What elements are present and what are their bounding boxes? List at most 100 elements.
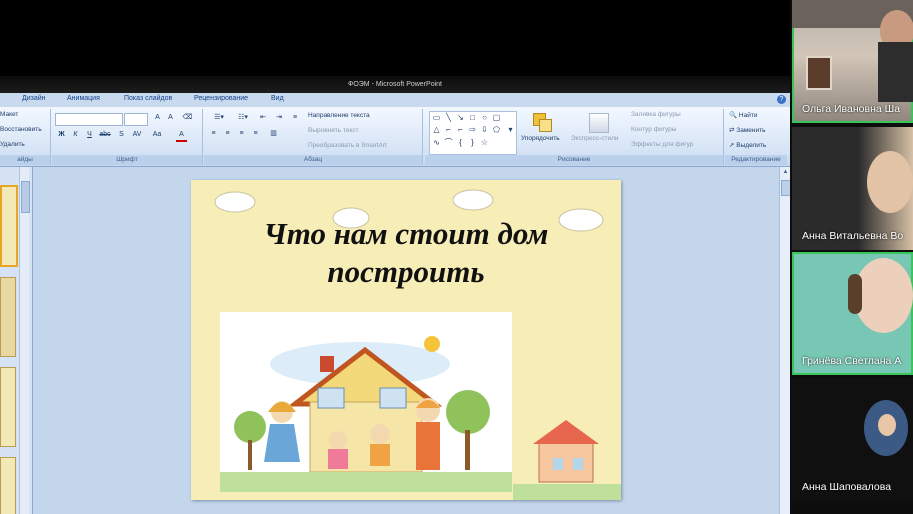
participant-tile[interactable]: Анна Витальевна Во (792, 127, 913, 250)
participant-tile[interactable]: Ольга Ивановна Ша (792, 0, 913, 123)
arrange-button[interactable]: Упорядочить (521, 135, 560, 142)
slide-thumbnail[interactable] (0, 185, 18, 267)
slide-thumbnail[interactable] (0, 277, 16, 357)
align-right-icon[interactable]: ≡ (236, 129, 247, 139)
paragraph-group-label: Абзац (204, 155, 422, 165)
ribbon-tabs: Дизайн Анимация Показ слайдов Рецензиров… (0, 93, 790, 107)
select-button[interactable]: ➚ Выделить (729, 141, 766, 149)
shape-right-arrow-icon[interactable]: ⇨ (468, 126, 477, 134)
slide[interactable]: Что нам стоит дом построить (191, 180, 621, 500)
slide-title[interactable]: Что нам стоит дом построить (191, 215, 621, 291)
text-direction-button[interactable]: Направление текста (308, 112, 370, 119)
shape-arc-icon[interactable]: ⌒ (444, 139, 453, 147)
scroll-thumb[interactable] (781, 180, 790, 196)
shape-star-icon[interactable]: ☆ (480, 139, 489, 147)
binoculars-icon: 🔍 (729, 112, 738, 119)
columns-icon[interactable]: ▥ (268, 129, 279, 139)
font-group-label: Шрифт (52, 155, 202, 165)
convert-smartart-button[interactable]: Преобразовать в SmartArt (308, 142, 387, 149)
select-label: Выделить (736, 142, 767, 149)
grow-font-icon[interactable]: A (152, 113, 163, 123)
participant-name: Гринёва Светлана А (802, 355, 902, 367)
line-spacing-icon[interactable]: ≡ (288, 113, 302, 123)
quick-styles-button[interactable]: Экспресс-стили (571, 135, 619, 142)
shape-oval-icon[interactable]: ○ (480, 114, 489, 122)
scroll-thumb[interactable] (21, 181, 30, 213)
bold-button[interactable]: Ж (56, 130, 67, 140)
shape-line-icon[interactable]: ╲ (444, 114, 453, 122)
tab-animation[interactable]: Анимация (67, 95, 100, 102)
thumbnails-scrollbar[interactable] (19, 167, 30, 514)
replace-label: Заменить (736, 127, 766, 134)
drawing-group-label: Рисование (425, 155, 723, 165)
slide-thumbnail[interactable] (0, 457, 16, 514)
replace-button[interactable]: ⇄ Заменить (729, 126, 765, 134)
shrink-font-icon[interactable]: A (165, 113, 176, 123)
scroll-up-icon[interactable]: ▲ (782, 169, 789, 178)
tab-view[interactable]: Вид (271, 95, 284, 102)
align-center-icon[interactable]: ≡ (222, 129, 233, 139)
quick-styles-icon (589, 113, 609, 133)
align-left-icon[interactable]: ≡ (208, 129, 219, 139)
replace-icon: ⇄ (729, 127, 735, 134)
shape-down-arrow-icon[interactable]: ⇩ (480, 126, 489, 134)
layout-button[interactable]: Макет (0, 111, 18, 118)
participant-hair (848, 274, 862, 314)
editing-group-label: Редактирование (725, 155, 787, 165)
shape-curve-icon[interactable]: ∿ (432, 139, 441, 147)
font-color-button[interactable]: A (176, 130, 187, 142)
participant-tile[interactable]: Гринёва Светлана А (792, 252, 913, 375)
shapes-gallery[interactable]: ▭ ╲ ↘ □ ○ ▢ △ ⌐ ⌐ ⇨ ⇩ ⬠ ∿ ⌒ { } ☆ ▾ (429, 111, 517, 155)
delete-slide-button[interactable]: Удалить (0, 141, 25, 148)
vertical-scrollbar[interactable]: ▲ (779, 167, 790, 514)
decrease-indent-icon[interactable]: ⇤ (256, 113, 270, 123)
bullets-icon[interactable]: ☰▾ (208, 113, 230, 123)
shape-brace-right-icon[interactable]: } (468, 139, 477, 147)
participant-name: Анна Шаповалова (802, 481, 892, 493)
font-size-combo[interactable] (124, 113, 148, 126)
tab-slideshow[interactable]: Показ слайдов (124, 95, 172, 102)
tab-design[interactable]: Дизайн (22, 95, 46, 102)
shape-fill-button[interactable]: Заливка фигуры (631, 111, 681, 118)
shape-effects-button[interactable]: Эффекты для фигур (631, 141, 693, 148)
corner-decoration (513, 420, 621, 500)
shape-outline-button[interactable]: Контур фигуры (631, 126, 676, 133)
shape-rect-icon[interactable]: □ (468, 114, 477, 122)
find-button[interactable]: 🔍 Найти (729, 111, 757, 119)
increase-indent-icon[interactable]: ⇥ (272, 113, 286, 123)
numbering-icon[interactable]: ☷▾ (232, 113, 254, 123)
participant-face (854, 258, 913, 333)
cursor-icon: ➚ (729, 142, 735, 149)
family-house-picture[interactable] (220, 312, 512, 492)
case-button[interactable]: Aa (150, 130, 164, 140)
shape-textbox-icon[interactable]: ▭ (432, 114, 441, 122)
tab-review[interactable]: Рецензирование (194, 95, 248, 102)
gallery-more-icon[interactable]: ▾ (506, 126, 515, 134)
font-group: A A ⌫ Ж К Ч abc S AV Aa A Шрифт (52, 109, 203, 165)
participant-face (867, 151, 913, 213)
shape-connector-icon[interactable]: ⌐ (444, 126, 453, 134)
shadow-button[interactable]: S (116, 130, 127, 140)
font-name-combo[interactable] (55, 113, 123, 126)
shape-elbow-icon[interactable]: ⌐ (456, 126, 465, 134)
shape-brace-icon[interactable]: { (456, 139, 465, 147)
participant-face (878, 414, 896, 436)
slide-thumbnail[interactable] (0, 367, 16, 447)
participant-body (878, 42, 913, 102)
wall-picture (806, 56, 832, 90)
align-text-button[interactable]: Выровнять текст (308, 127, 359, 134)
underline-button[interactable]: Ч (84, 130, 95, 140)
participant-tile[interactable]: Анна Шаповалова (792, 378, 913, 501)
italic-button[interactable]: К (70, 130, 81, 140)
shape-pentagon-icon[interactable]: ⬠ (492, 126, 501, 134)
strike-button[interactable]: abc (98, 130, 112, 140)
shape-triangle-icon[interactable]: △ (432, 126, 441, 134)
help-icon[interactable]: ? (777, 95, 786, 104)
shape-arrow-icon[interactable]: ↘ (456, 114, 465, 122)
clear-format-icon[interactable]: ⌫ (182, 113, 193, 123)
spacing-button[interactable]: AV (130, 130, 144, 140)
arrange-icon (533, 113, 552, 132)
justify-icon[interactable]: ≡ (250, 129, 261, 139)
reset-button[interactable]: Восстановить (0, 126, 42, 133)
shape-rounded-icon[interactable]: ▢ (492, 114, 501, 122)
